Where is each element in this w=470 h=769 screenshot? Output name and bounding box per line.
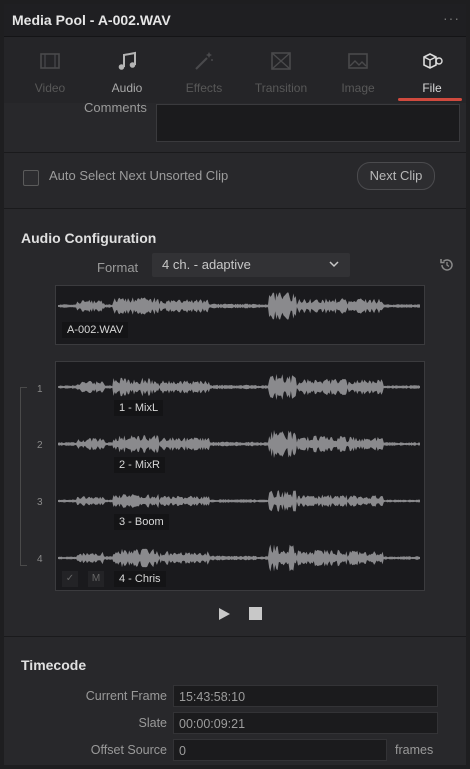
tab-label: Transition	[254, 81, 308, 95]
channel-label: 2 - MixR	[114, 457, 165, 473]
chevron-down-icon	[329, 261, 339, 268]
current-frame-label: Current Frame	[85, 689, 167, 703]
source-clip-label: A-002.WAV	[62, 322, 129, 338]
channel-label: 1 - MixL	[114, 400, 164, 416]
channel-enable-checkbox[interactable]: ✓	[62, 571, 78, 587]
tab-label: Effects	[185, 81, 223, 95]
slate-label: Slate	[138, 716, 168, 730]
channel-waveforms: 1 - MixL 2 - MixR 3 - Boom 4 - Chris ✓ M	[55, 361, 425, 591]
image-icon	[348, 53, 368, 69]
offset-source-field[interactable]: 0	[173, 739, 387, 761]
slate-field[interactable]: 00:00:09:21	[173, 712, 438, 734]
auto-select-label: Auto Select Next Unsorted Clip	[49, 168, 229, 183]
next-clip-button[interactable]: Next Clip	[357, 162, 435, 190]
tab-label: Image	[341, 81, 375, 95]
more-options-icon[interactable]: ···	[443, 10, 460, 26]
tab-effects[interactable]: Effects	[168, 37, 240, 103]
tab-label: Video	[34, 81, 66, 95]
transition-icon	[271, 52, 291, 70]
magic-wand-icon	[195, 52, 213, 70]
panel-title: Media Pool - A-002.WAV	[12, 12, 171, 28]
play-icon[interactable]	[217, 607, 231, 621]
timecode-title: Timecode	[21, 657, 87, 673]
offset-source-label: Offset Source	[90, 743, 167, 757]
waveform	[58, 374, 420, 572]
tab-label: Audio	[111, 81, 143, 95]
video-icon	[40, 53, 60, 69]
format-dropdown[interactable]: 4 ch. - adaptive	[152, 253, 350, 277]
active-tab-indicator	[398, 98, 462, 101]
auto-select-checkbox[interactable]	[23, 170, 39, 186]
inspector-tabs: Video Audio Effects Transition Image Fil…	[4, 37, 466, 103]
channel-number: 4	[37, 554, 43, 565]
stop-icon[interactable]	[249, 607, 262, 620]
source-waveform: A-002.WAV	[55, 285, 425, 345]
tab-audio[interactable]: Audio	[91, 37, 163, 103]
format-label: Format	[97, 260, 139, 275]
channel-label: 4 - Chris	[114, 571, 166, 587]
current-frame-field[interactable]: 15:43:58:10	[173, 685, 438, 707]
divider	[4, 636, 466, 637]
comments-label: Comments	[84, 100, 147, 115]
tab-transition[interactable]: Transition	[245, 37, 317, 103]
tab-video[interactable]: Video	[14, 37, 86, 103]
divider	[4, 152, 466, 153]
file-cubes-icon	[423, 53, 443, 69]
channel-mute-button[interactable]: M	[88, 571, 104, 587]
title-bar: Media Pool - A-002.WAV ···	[4, 4, 466, 37]
format-value: 4 ch. - adaptive	[162, 257, 251, 272]
tab-image[interactable]: Image	[322, 37, 394, 103]
audio-configuration-title: Audio Configuration	[21, 230, 157, 246]
divider	[4, 208, 466, 209]
music-note-icon	[118, 51, 136, 70]
channel-number: 3	[37, 497, 43, 508]
media-pool-inspector: Media Pool - A-002.WAV ··· Video Audio E…	[4, 4, 466, 765]
reset-icon[interactable]	[438, 256, 456, 274]
tab-file[interactable]: File	[396, 37, 466, 103]
channel-link-bracket	[20, 387, 27, 566]
tab-label: File	[422, 81, 442, 95]
channel-number: 1	[37, 384, 43, 395]
comments-field[interactable]	[156, 104, 460, 142]
frames-unit-label: frames	[395, 743, 434, 757]
channel-label: 3 - Boom	[114, 514, 169, 530]
channel-number: 2	[37, 440, 43, 451]
